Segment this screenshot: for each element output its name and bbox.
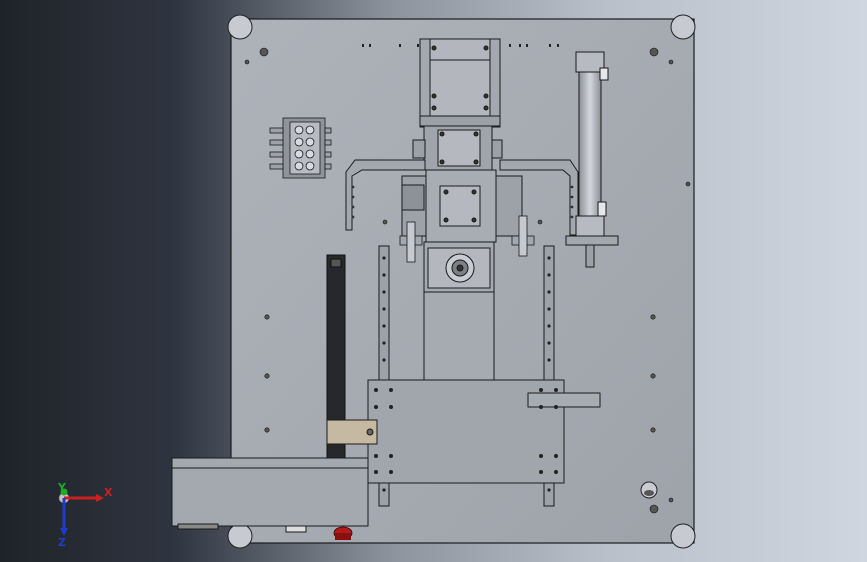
lower-motor <box>423 241 495 293</box>
motor-mount-upper <box>412 125 503 171</box>
z-axis-label: Z <box>58 536 66 549</box>
lower-left-box <box>171 457 369 533</box>
middle-carriage <box>401 169 523 243</box>
cad-viewport[interactable]: X Y Z <box>0 0 867 562</box>
x-axis-label: X <box>104 486 113 499</box>
top-motor <box>419 38 501 128</box>
emergency-stop-button <box>333 526 353 540</box>
cad-drawing: X Y Z <box>57 14 696 549</box>
y-axis-label: Y <box>57 481 67 494</box>
orientation-triad: X Y Z <box>57 481 113 549</box>
central-column <box>423 291 495 383</box>
